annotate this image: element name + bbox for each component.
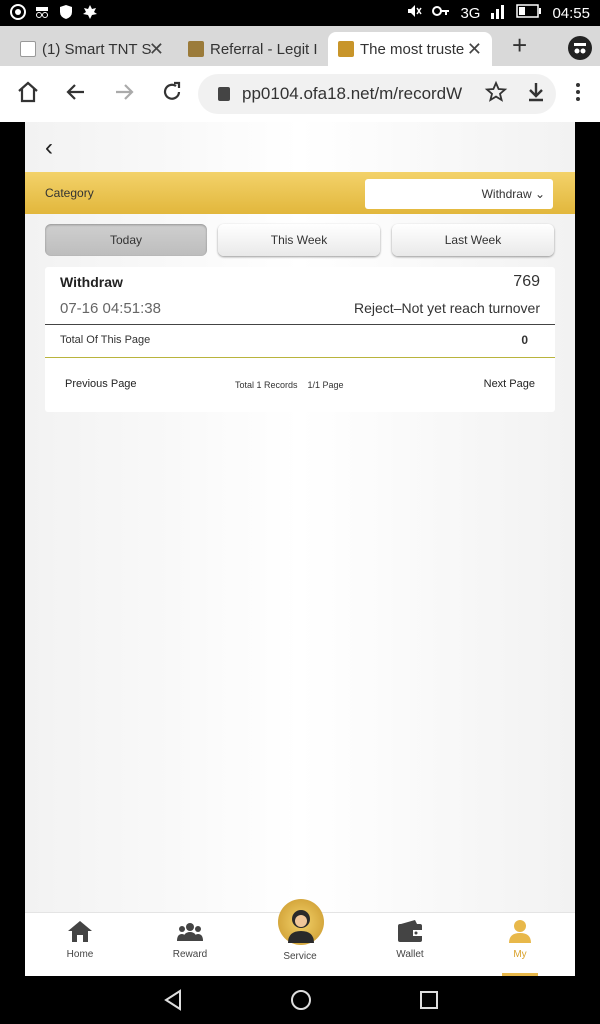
shield-icon <box>58 4 74 20</box>
more-menu-icon[interactable] <box>566 80 590 111</box>
record-type: Withdraw <box>60 274 123 290</box>
nav-label: Service <box>283 951 317 962</box>
group-icon <box>177 919 203 943</box>
record-card: Withdraw 769 07-16 04:51:38 Reject–Not y… <box>45 267 555 412</box>
nav-home[interactable]: Home <box>40 919 120 960</box>
maple-leaf-icon <box>82 4 98 20</box>
record-status: Reject–Not yet reach turnover <box>354 300 540 316</box>
user-icon <box>507 919 533 943</box>
incognito-icon[interactable] <box>568 36 592 60</box>
record-amount: 769 <box>513 273 540 290</box>
forward-arrow-icon[interactable] <box>112 80 136 111</box>
nav-label: My <box>513 949 527 960</box>
system-navigation-bar <box>0 976 600 1024</box>
system-recents-icon[interactable] <box>418 988 440 1018</box>
close-tab-icon[interactable]: ✕ <box>149 39 164 60</box>
wallet-icon <box>397 919 423 943</box>
total-value: 0 <box>521 333 528 347</box>
signal-icon <box>490 3 506 23</box>
close-tab-icon[interactable]: ✕ <box>467 39 482 60</box>
browser-tab-strip: (1) Smart TNT S ✕ Referral - Legit I The… <box>0 26 600 66</box>
new-tab-button[interactable]: + <box>512 30 527 61</box>
filter-this-week-button[interactable]: This Week <box>218 224 380 256</box>
divider <box>45 324 555 325</box>
category-select[interactable]: Withdraw ⌄ <box>365 179 553 209</box>
download-icon[interactable] <box>524 80 548 111</box>
browser-tab[interactable]: (1) Smart TNT S ✕ <box>10 32 174 66</box>
box-favicon-icon <box>188 41 204 57</box>
chrome-icon <box>10 4 26 20</box>
tab-title: (1) Smart TNT S <box>42 40 152 58</box>
nav-my[interactable]: My <box>480 919 560 976</box>
nav-wallet[interactable]: Wallet <box>370 919 450 960</box>
star-icon[interactable] <box>484 80 508 111</box>
browser-toolbar: pp0104.ofa18.net/m/recordW <box>0 66 600 122</box>
nav-label: Reward <box>172 949 208 960</box>
filter-last-week-button[interactable]: Last Week <box>392 224 554 256</box>
status-left-icons <box>10 4 98 20</box>
record-time: 07-16 04:51:38 <box>60 300 161 317</box>
browser-tab[interactable]: Referral - Legit I <box>178 32 326 66</box>
nav-label: Wallet <box>396 949 424 960</box>
nav-reward[interactable]: Reward <box>150 919 230 960</box>
back-button[interactable]: ‹ <box>45 134 53 162</box>
category-label: Category <box>45 186 94 200</box>
bottom-navigation: Home Reward Service Wallet My <box>25 899 575 976</box>
clock: 04:55 <box>552 4 590 22</box>
tab-title: Referral - Legit I <box>210 40 318 58</box>
record-page: ‹ Category Withdraw ⌄ Today This Week La… <box>25 122 575 976</box>
page-favicon-icon <box>20 41 36 57</box>
tab-title: The most truste <box>360 40 465 58</box>
nav-label: Home <box>66 949 94 960</box>
home-icon[interactable] <box>16 80 40 111</box>
filter-today-button[interactable]: Today <box>45 224 207 256</box>
service-mascot-icon[interactable] <box>278 899 324 945</box>
browser-tab-active[interactable]: The most truste ✕ <box>328 32 492 66</box>
status-right: 3G 04:55 <box>406 3 590 23</box>
back-arrow-icon[interactable] <box>64 80 88 111</box>
divider <box>45 357 555 358</box>
house-icon <box>67 919 93 943</box>
system-back-icon[interactable] <box>162 988 184 1018</box>
url-text: pp0104.ofa18.net/m/recordW <box>242 84 463 103</box>
system-home-icon[interactable] <box>289 988 313 1018</box>
status-bar: 3G 04:55 <box>0 0 600 26</box>
mute-icon <box>406 3 423 23</box>
previous-page-button[interactable]: Previous Page <box>65 378 137 390</box>
key-icon <box>432 3 450 23</box>
site-favicon-icon <box>338 41 354 57</box>
category-bar: Category Withdraw ⌄ <box>25 172 575 214</box>
network-type: 3G <box>460 4 481 22</box>
lock-icon <box>218 87 230 101</box>
incognito-icon <box>34 4 50 20</box>
reload-icon[interactable] <box>160 80 184 111</box>
next-page-button[interactable]: Next Page <box>484 378 535 390</box>
pagination-info: Total 1 Records 1/1 Page <box>235 380 344 390</box>
total-label: Total Of This Page <box>60 334 151 346</box>
battery-icon <box>516 4 542 22</box>
